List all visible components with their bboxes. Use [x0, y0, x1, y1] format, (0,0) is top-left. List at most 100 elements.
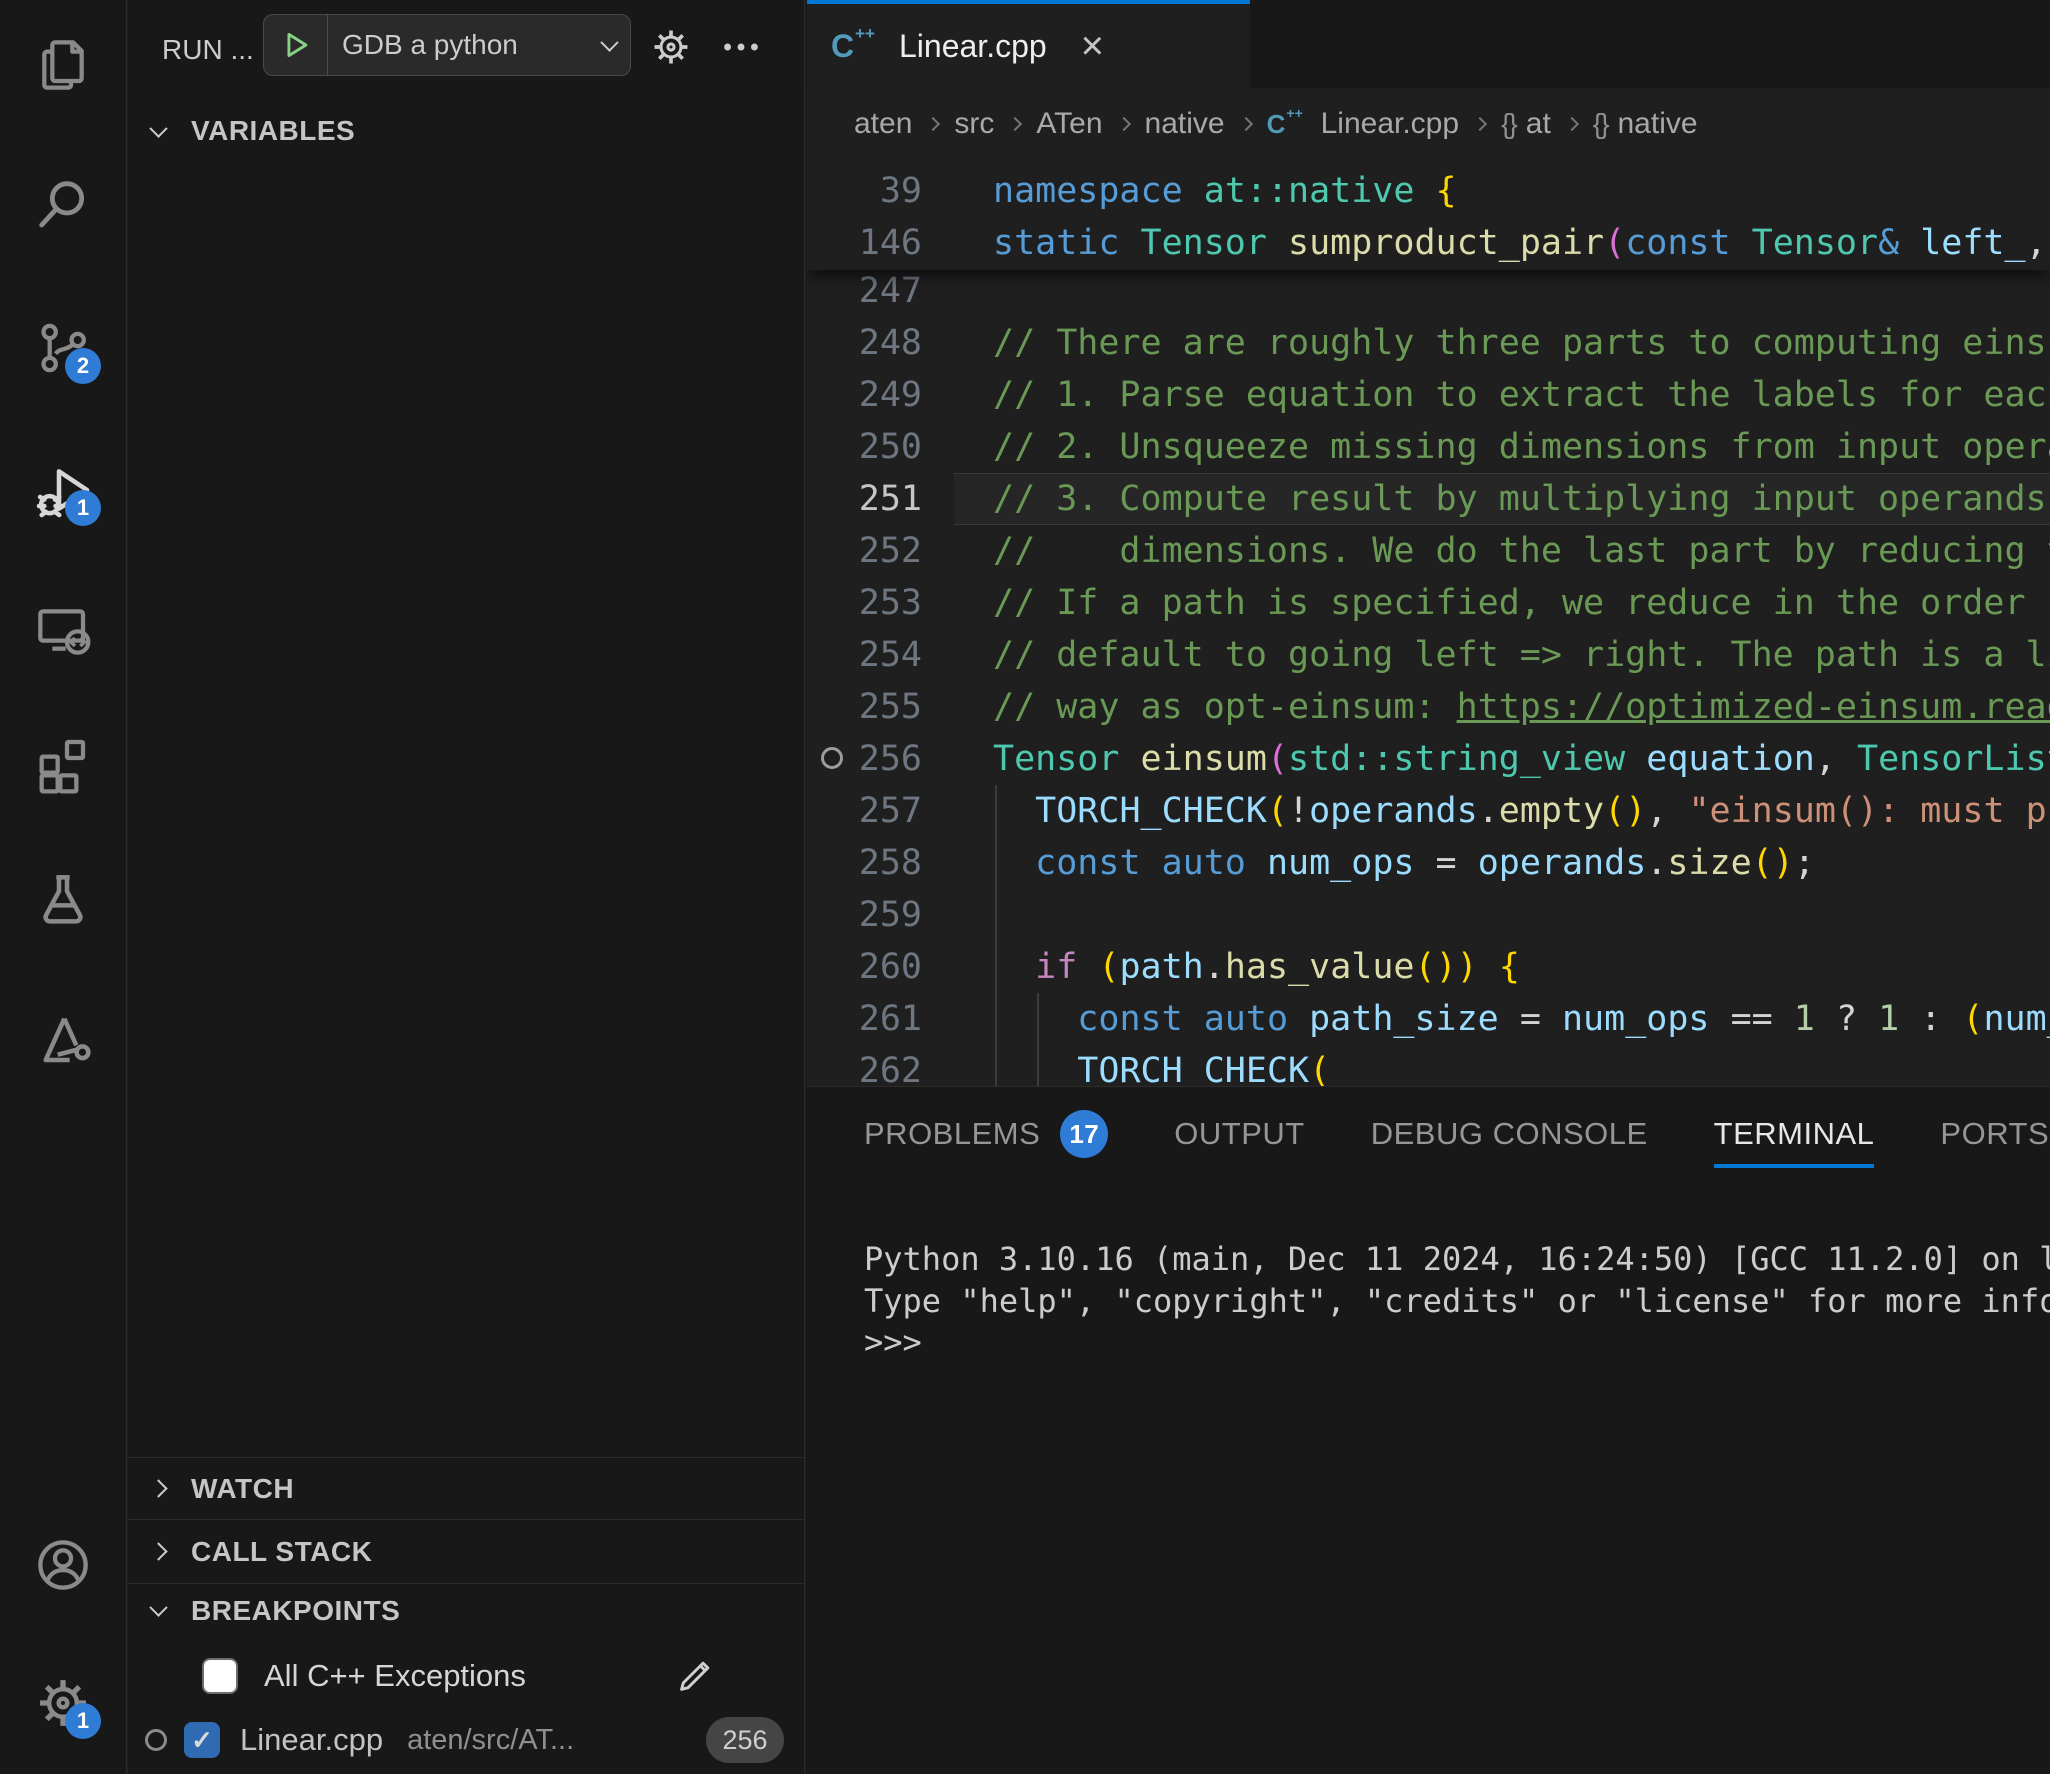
panel-tab-ports[interactable]: PORTS — [1940, 1116, 2049, 1152]
line-number: 256 — [806, 733, 922, 785]
watch-section-label: WATCH — [191, 1473, 294, 1505]
breakpoints-section-header[interactable]: BREAKPOINTS — [128, 1583, 804, 1637]
debug-config-select[interactable]: GDB a python — [328, 29, 601, 61]
code-text: if (path.has_value()) { — [993, 941, 1520, 993]
breadcrumb-item-at[interactable]: {} at — [1501, 107, 1551, 141]
braces-symbol-icon: {} — [1501, 108, 1516, 140]
code-line-258[interactable]: 258 const auto num_ops = operands.size()… — [806, 837, 2050, 889]
line-number: 260 — [806, 941, 922, 993]
code-line-255[interactable]: 255 // way as opt-einsum: https://optimiz… — [806, 681, 2050, 733]
code-line-254[interactable]: 254// default to going left => right. Th… — [806, 629, 2050, 681]
edit-condition-pencil-icon[interactable] — [672, 1653, 718, 1699]
code-area[interactable]: 247248 // There are roughly three parts t… — [806, 160, 2050, 1086]
debug-badge: 1 — [65, 490, 101, 526]
variables-section-header[interactable]: VARIABLES — [128, 103, 804, 159]
remote-explorer-icon[interactable] — [31, 598, 95, 662]
close-icon[interactable]: × — [1081, 26, 1104, 66]
breadcrumb-item-aten[interactable]: ATen — [1036, 107, 1102, 141]
code-line-257[interactable]: 257 TORCH_CHECK(!operands.empty(), "eins… — [806, 785, 2050, 837]
line-number: 252 — [806, 525, 922, 577]
line-number: 248 — [806, 317, 922, 369]
call-stack-section-header[interactable]: CALL STACK — [128, 1519, 804, 1583]
breadcrumb-label: aten — [854, 107, 912, 141]
panel-tab-label: OUTPUT — [1174, 1116, 1304, 1152]
breadcrumb-label: native — [1618, 107, 1698, 141]
line-number: 255 — [806, 681, 922, 733]
vscode-window: 2 1 — [0, 0, 2050, 1774]
line-number: 39 — [806, 165, 922, 217]
chevron-right-icon — [1008, 117, 1022, 131]
terminal-output[interactable]: Python 3.10.16 (main, Dec 11 2024, 16:24… — [864, 1239, 2050, 1364]
checkbox-checked[interactable] — [184, 1722, 220, 1758]
code-line-259[interactable]: 259 — [806, 889, 2050, 941]
breadcrumb-item-native[interactable]: native — [1145, 107, 1225, 141]
line-number: 250 — [806, 421, 922, 473]
build-tools-icon[interactable] — [31, 1008, 95, 1072]
breadcrumb-item-src[interactable]: src — [954, 107, 994, 141]
code-line-262[interactable]: 262 TORCH_CHECK( — [806, 1045, 2050, 1086]
source-control-icon[interactable]: 2 — [31, 316, 95, 380]
panel-tab-output[interactable]: OUTPUT — [1174, 1116, 1304, 1152]
code-text: // There are roughly three parts to comp… — [993, 317, 2050, 369]
code-text: TORCH_CHECK(!operands.empty(), "einsum()… — [993, 785, 2050, 837]
chevron-down-icon — [149, 119, 167, 137]
breadcrumb-item-aten[interactable]: aten — [854, 107, 912, 141]
breadcrumb-item-native[interactable]: {}native — [1593, 107, 1698, 141]
code-line-39[interactable]: 39 namespace at::native { — [806, 165, 2050, 217]
debug-settings-gear-icon[interactable] — [648, 24, 694, 70]
breakpoint-file-label: Linear.cpp — [240, 1722, 383, 1758]
code-line-248[interactable]: 248 // There are roughly three parts to c… — [806, 317, 2050, 369]
code-line-146[interactable]: 146static Tensor sumproduct_pair(const T… — [806, 217, 2050, 269]
breakpoint-row-linear-cpp[interactable]: Linear.cpp aten/src/AT... 256 — [128, 1711, 804, 1769]
extensions-icon[interactable] — [31, 730, 95, 794]
code-text: const auto path_size = num_ops == 1 ? 1 … — [993, 993, 2050, 1045]
panel-tab-problems[interactable]: PROBLEMS17 — [864, 1110, 1108, 1158]
code-line-261[interactable]: 261 const auto path_size = num_ops == 1 … — [806, 993, 2050, 1045]
sidebar-title: RUN ... — [162, 34, 254, 66]
start-debugging-button[interactable] — [264, 15, 328, 75]
breadcrumb: aten src ATen native C++Linear.cpp {} at {}nati… — [806, 88, 2050, 160]
code-line-251[interactable]: 251// 3. Compute result by multiplying i… — [806, 473, 2050, 525]
code-line-247[interactable]: 247 — [806, 265, 2050, 317]
settings-badge: 1 — [65, 1703, 101, 1739]
account-icon[interactable] — [31, 1533, 95, 1597]
search-icon[interactable] — [31, 173, 95, 237]
testing-icon[interactable] — [31, 868, 95, 932]
settings-gear-icon[interactable]: 1 — [31, 1671, 95, 1735]
code-text: // If a path is specified, we reduce in … — [993, 577, 2050, 629]
code-text: namespace at::native { — [993, 165, 1457, 217]
line-number: 253 — [806, 577, 922, 629]
panel-tab-terminal[interactable]: TERMINAL — [1714, 1116, 1875, 1152]
code-line-260[interactable]: 260 if (path.has_value()) { — [806, 941, 2050, 993]
call-stack-section-label: CALL STACK — [191, 1536, 372, 1568]
run-and-debug-icon[interactable]: 1 — [31, 458, 95, 522]
breadcrumb-label: at — [1526, 107, 1551, 141]
code-text: // way as opt-einsum: https://optimized-… — [993, 681, 2050, 733]
checkbox-unchecked[interactable] — [202, 1658, 238, 1694]
tab-linear-cpp[interactable]: C++ Linear.cpp × — [807, 0, 1250, 88]
explorer-icon[interactable] — [31, 33, 95, 97]
sticky-scroll[interactable]: 39 namespace at::native {146static Tensor… — [806, 160, 2050, 270]
watch-section-header[interactable]: WATCH — [128, 1457, 804, 1519]
breadcrumb-item-linear-cpp[interactable]: C++Linear.cpp — [1267, 107, 1459, 141]
code-text: // dimensions. We do the last part by re… — [993, 525, 2050, 577]
breakpoints-section-label: BREAKPOINTS — [191, 1595, 400, 1627]
terminal-line: Type "help", "copyright", "credits" or "… — [864, 1281, 2050, 1323]
chevron-right-icon — [1116, 117, 1130, 131]
code-line-253[interactable]: 253 // If a path is specified, we reduce … — [806, 577, 2050, 629]
code-line-249[interactable]: 249// 1. Parse equation to extract the l… — [806, 369, 2050, 421]
code-line-256[interactable]: 256Tensor einsum(std::string_view equati… — [806, 733, 2050, 785]
editor-tab-strip: C++ Linear.cpp × — [806, 0, 2050, 88]
panel-tab-debug-console[interactable]: DEBUG CONSOLE — [1371, 1116, 1648, 1152]
problems-count-badge: 17 — [1060, 1110, 1108, 1158]
breadcrumb-label: native — [1145, 107, 1225, 141]
code-line-250[interactable]: 250// 2. Unsqueeze missing dimensions fr… — [806, 421, 2050, 473]
code-line-252[interactable]: 252 // dimensions. We do the last part by… — [806, 525, 2050, 577]
more-actions-icon[interactable] — [718, 24, 764, 70]
line-number: 261 — [806, 993, 922, 1045]
cpp-file-icon: C++ — [831, 28, 883, 65]
chevron-right-icon — [149, 1542, 167, 1560]
chevron-right-icon — [149, 1479, 167, 1497]
line-number: 257 — [806, 785, 922, 837]
breakpoint-row-all-cpp-exceptions[interactable]: All C++ Exceptions — [128, 1647, 804, 1705]
